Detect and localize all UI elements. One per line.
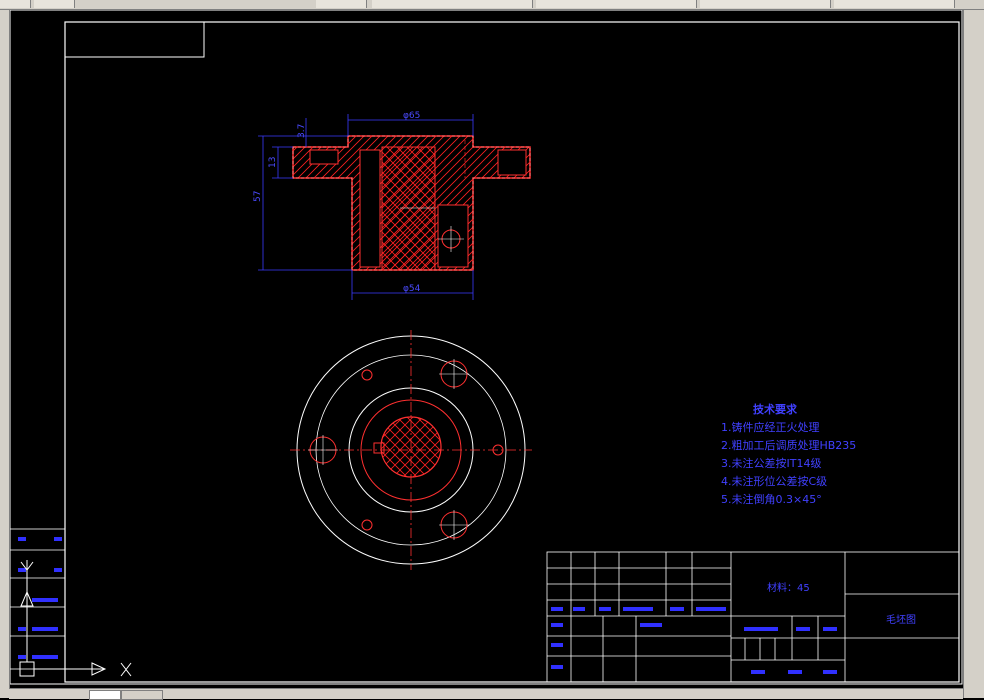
top-toolbar <box>0 0 984 10</box>
drawing-frame <box>64 21 960 683</box>
tech-item: 2.粗加工后调质处理HB235 <box>721 439 856 452</box>
technical-requirements: 技术要求 1.铸件应经正火处理 2.粗加工后调质处理HB235 3.未注公差按I… <box>721 402 856 506</box>
tab-layout[interactable] <box>121 690 163 700</box>
bore-section <box>381 146 436 271</box>
toolbar-button[interactable] <box>0 0 31 8</box>
lineweight-dropdown[interactable] <box>700 0 831 8</box>
layout-tabs-bar <box>9 688 963 700</box>
dim-flange-label: 13 <box>268 157 278 168</box>
linetype-dropdown[interactable] <box>536 0 697 8</box>
sheet-border <box>10 10 963 685</box>
tech-item: 5.未注倒角0.3×45° <box>721 492 822 506</box>
dim-small-label: 3.7 <box>297 124 307 138</box>
plotstyle-dropdown[interactable] <box>834 0 955 8</box>
vertical-scrollbar[interactable] <box>963 10 984 698</box>
tech-title: 技术要求 <box>753 402 798 416</box>
corner-box <box>64 21 205 58</box>
dim-bottom-label: φ54 <box>403 284 421 294</box>
plan-view <box>290 330 532 570</box>
tech-item: 1.铸件应经正火处理 <box>721 420 820 434</box>
tech-item: 4.未注形位公差按C级 <box>721 474 827 488</box>
part-name-label: 毛坯图 <box>886 614 916 626</box>
style-dropdown[interactable] <box>372 0 533 8</box>
tab-model[interactable] <box>89 690 121 700</box>
left-dock <box>0 10 10 698</box>
tech-item: 3.未注公差按IT14级 <box>721 456 821 470</box>
section-view: φ65 φ54 57 13 3.7 <box>253 111 531 300</box>
drawing-canvas[interactable]: φ65 φ54 57 13 3.7 技术要求 1.铸件应经正火处理 2.粗加工后… <box>10 10 963 688</box>
dim-top-label: φ65 <box>403 111 420 121</box>
toolbar-button[interactable] <box>34 0 75 8</box>
dim-height-label: 57 <box>253 191 263 202</box>
title-block-marks <box>551 607 837 674</box>
layer-control[interactable] <box>316 0 367 8</box>
material-label: 材料：45 <box>767 581 810 594</box>
